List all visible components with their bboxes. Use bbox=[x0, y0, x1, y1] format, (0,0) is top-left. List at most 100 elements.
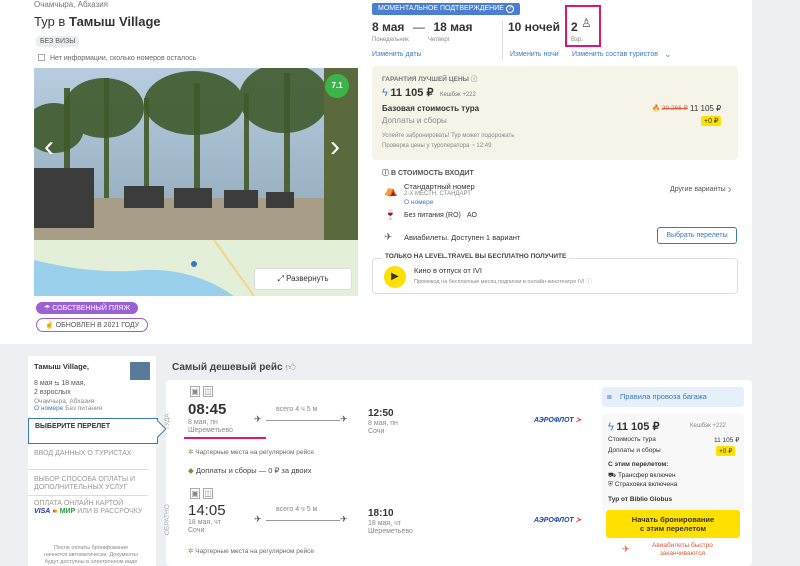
ret-arr-time: 18:10 bbox=[368, 508, 394, 519]
luggage-icon: ▣ bbox=[190, 386, 200, 397]
mastercard-icon-2: ● bbox=[53, 508, 58, 515]
sidebar-room: О номере Без питания bbox=[34, 405, 103, 412]
dates-block[interactable]: 8 мая — 18 мая bbox=[372, 20, 473, 34]
choose-flights-button[interactable]: Выбрать перелеты bbox=[657, 227, 737, 244]
free-item: Кино в отпуск от IVI bbox=[414, 266, 483, 275]
help-icon[interactable]: ⓘ bbox=[586, 279, 592, 285]
insurance-line: ⛨ Страховка включена bbox=[608, 481, 678, 488]
arrows-icon: ⇆ bbox=[54, 381, 60, 387]
plane-icon: ✈ bbox=[384, 232, 393, 243]
price-main: ϟ 11 105 ₽ Кешбэк +222 bbox=[382, 87, 476, 99]
change-dates-link[interactable]: Изменить даты bbox=[372, 51, 422, 58]
sidebar-hotel: Тамыш Village, bbox=[34, 362, 89, 371]
visa-icon: VISA bbox=[34, 508, 51, 515]
base-cost-label: Базовая стоимость тура bbox=[382, 104, 480, 113]
plane-warning-icon: ✈ bbox=[622, 544, 630, 554]
out-dep-date: 8 мая, пн bbox=[188, 419, 218, 426]
ret-duration: всего 4 ч 5 м bbox=[276, 506, 318, 513]
fees-line: ◆ Доплаты и сборы — 0 ₽ за двоих bbox=[188, 466, 312, 475]
flights-label: Авиабилеты. Доступен 1 вариант bbox=[404, 233, 521, 242]
ret-dep-time: 14:05 bbox=[188, 502, 226, 519]
airline-logo: АЭРОФЛОТ ≻ bbox=[534, 417, 582, 424]
summary-cashback: Кешбэк +222 bbox=[690, 423, 726, 429]
with-flight-label: С этим перелетом: bbox=[608, 461, 669, 468]
page-title: Тур в Тамыш Village bbox=[34, 14, 161, 29]
nights-value: 10 ночей bbox=[508, 20, 560, 34]
clock-icon: ◔ bbox=[471, 143, 475, 149]
out-arr-city: Сочи bbox=[368, 428, 385, 435]
price-check-note: Проверка цены у туроператора ◔ 12:49 bbox=[382, 143, 492, 149]
cheapest-flight-title: Самый дешевый рейс 👍︎ bbox=[172, 362, 296, 373]
takeoff-icon-2: ✈ bbox=[254, 514, 262, 524]
includes-title: ⓘ В СТОИМОСТЬ ВХОДИТ bbox=[382, 170, 474, 177]
shield-icon: ⛨ bbox=[608, 481, 613, 488]
free-desc: Промокод на бесплатные месяц подписки в … bbox=[414, 279, 592, 285]
flight-path-2 bbox=[266, 520, 340, 521]
renovated-badge: ☝ ОБНОВЛЕН В 2021 ГОДУ bbox=[36, 318, 149, 332]
checkbox-icon bbox=[38, 54, 45, 61]
help-icon[interactable]: ? bbox=[505, 5, 514, 13]
sold-out-warning: Авиабилеты быстро заканчиваются bbox=[652, 542, 713, 557]
photo-illustration bbox=[34, 68, 358, 240]
guarantee-label: ГАРАНТИЯ ЛУЧШЕЙ ЦЕНЫ ⓘ bbox=[382, 76, 478, 83]
change-nights-link[interactable]: Изменить ночи bbox=[510, 51, 559, 58]
lightning-icon: ϟ bbox=[382, 87, 388, 99]
wing-icon-2: ≻ bbox=[573, 517, 582, 524]
outbound-label: ТУДА bbox=[164, 413, 171, 430]
chevron-right-icon: › bbox=[727, 182, 732, 196]
meal-label: Без питания (RO) AO bbox=[404, 212, 477, 219]
ret-dep-date: 18 мая, чт bbox=[188, 519, 221, 526]
summary-cost-value: 11 105 ₽ bbox=[714, 437, 740, 444]
rooms-info: Нет информации, сколько номеров осталось bbox=[38, 54, 196, 62]
bag-icon-2: ◫ bbox=[203, 488, 213, 499]
suitcase-icon: ⧈ bbox=[607, 392, 612, 401]
tourists-count: 2 bbox=[571, 20, 578, 34]
divider bbox=[502, 20, 503, 60]
flight-path bbox=[266, 420, 340, 421]
summary-price: ϟ 11 105 ₽ bbox=[608, 421, 660, 433]
summary-cost-label: Стоимость тура bbox=[608, 436, 656, 443]
photo-next-icon[interactable]: › bbox=[330, 130, 340, 164]
base-value: 11 105 ₽ bbox=[690, 104, 722, 113]
beach-icon: ☂ bbox=[44, 305, 51, 312]
step-payment-method[interactable]: ВЫБОР СПОСОБА ОПЛАТЫ И ДОПОЛНИТЕЛЬНЫХ УС… bbox=[28, 472, 148, 496]
ret-dep-city: Сочи bbox=[188, 527, 205, 534]
summary-fees-label: Доплаты и сборы bbox=[608, 447, 661, 454]
info-icon: ⓘ bbox=[382, 170, 389, 177]
ivi-icon: ▶ bbox=[384, 266, 406, 288]
bag-icon: ◫ bbox=[203, 386, 213, 397]
baggage-rules-link[interactable]: ⧈ Правила провоза багажа bbox=[602, 387, 744, 407]
wing-icon: ≻ bbox=[573, 417, 582, 424]
room-name: Стандартный номер bbox=[404, 182, 475, 191]
old-price: 🔥 20 266 ₽ bbox=[652, 105, 688, 112]
thumbs-up-icon: 👍︎ bbox=[285, 362, 296, 373]
start-booking-button[interactable]: Начать бронирование с этим перелетом bbox=[606, 510, 740, 538]
palm-icon-2: ✲ bbox=[188, 548, 194, 555]
free-box-title: ТОЛЬКО НА LEVEL.TRAVEL ВЫ БЕСПЛАТНО ПОЛУ… bbox=[382, 253, 570, 260]
help-icon[interactable]: ⓘ bbox=[471, 76, 478, 83]
photo-prev-icon[interactable]: ‹ bbox=[44, 130, 54, 164]
return-label: ОБРАТНО bbox=[164, 504, 171, 535]
step-tourists[interactable]: ВВОД ДАННЫХ О ТУРИСТАХ bbox=[28, 446, 148, 470]
other-variants-link[interactable]: Другие варианты › bbox=[670, 182, 732, 196]
room-link[interactable]: О номере bbox=[404, 199, 433, 206]
sidebar-footer: После оплаты бронирование начнется автом… bbox=[44, 545, 138, 565]
landing-icon-2: ✈ bbox=[340, 514, 348, 524]
expand-icon: ⤢ bbox=[277, 274, 284, 283]
out-arr-time: 12:50 bbox=[368, 408, 394, 419]
step-choose-flight[interactable]: ВЫБЕРИТЕ ПЕРЕЛЕТ bbox=[28, 418, 158, 444]
mir-icon: МИР bbox=[59, 508, 76, 515]
chevron-down-icon[interactable]: ⌄ bbox=[664, 49, 672, 60]
hotel-photo[interactable] bbox=[34, 68, 358, 240]
airline-logo-2: АЭРОФЛОТ ≻ bbox=[534, 517, 582, 524]
beach-badge: ☂ СОБСТВЕННЫЙ ПЛЯЖ bbox=[36, 302, 138, 314]
out-dep-airport: Шереметьево bbox=[188, 427, 233, 434]
hotel-location: Очамчыра, Абхазия bbox=[34, 0, 108, 9]
operator-line: Тур от Biblio Globus bbox=[608, 496, 673, 503]
takeoff-icon: ✈ bbox=[254, 414, 262, 424]
tourists-label: Взр. bbox=[571, 37, 583, 43]
map-expand-button[interactable]: ⤢ Развернуть bbox=[254, 268, 352, 290]
change-tourists-link[interactable]: Изменить состав туристов bbox=[572, 51, 658, 58]
day-to: Четверг bbox=[428, 37, 450, 43]
step-pay[interactable]: ОПЛАТА ОНЛАЙН КАРТОЙ VISA ●● МИР ИЛИ В Р… bbox=[34, 500, 150, 516]
